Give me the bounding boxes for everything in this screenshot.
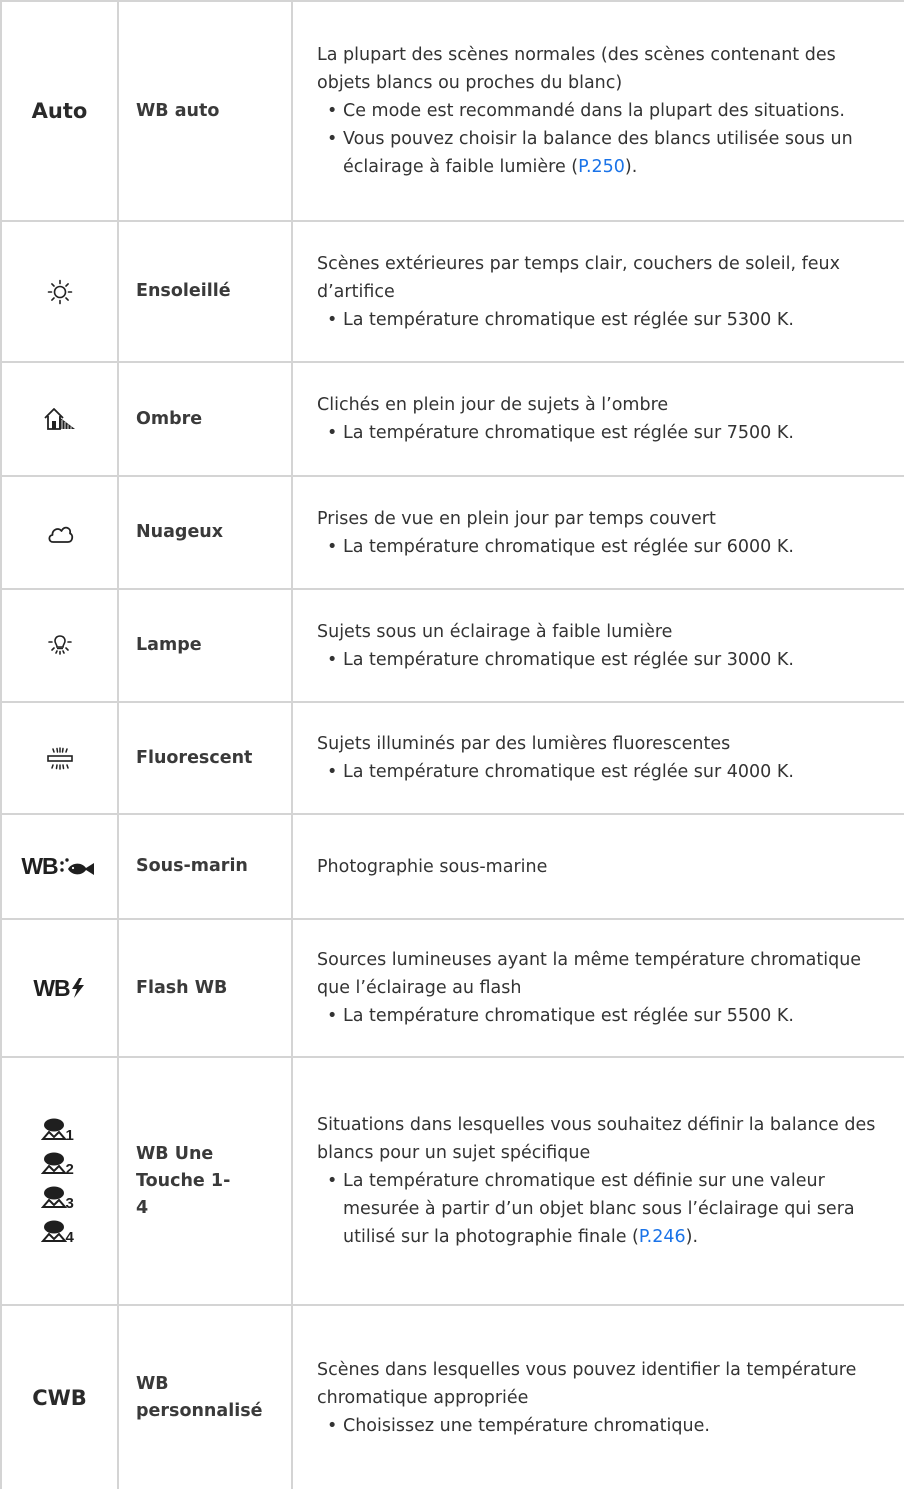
mode-label-auto: Auto xyxy=(31,99,88,123)
bullet-item: La température chromatique est réglée su… xyxy=(317,306,881,334)
mode-cell: Auto xyxy=(0,0,118,221)
fish-icon xyxy=(59,857,94,875)
fluorescent-icon xyxy=(46,746,73,770)
bullet-list: Choisissez une température chromatique. xyxy=(317,1412,881,1440)
bullet-item: La température chromatique est réglée su… xyxy=(317,758,881,786)
name-cell: Flash WB xyxy=(117,918,292,1057)
bullet-list: La température chromatique est réglée su… xyxy=(317,419,881,447)
bullet-list: Ce mode est recommandé dans la plupart d… xyxy=(317,97,881,181)
table-row-fluorescent: Fluorescent Sujets illuminés par des lum… xyxy=(0,701,904,814)
mode-cell: 1 2 3 4 xyxy=(0,1056,118,1305)
description-cell: Photographie sous-marine xyxy=(291,813,904,919)
mode-cell xyxy=(0,361,118,476)
bullet-item: La température chromatique est définie s… xyxy=(317,1167,881,1251)
name-cell: Nuageux xyxy=(117,475,292,589)
table-row-custom-wb: CWB WB personnalisé Scènes dans lesquell… xyxy=(0,1304,904,1489)
bullet-item: La température chromatique est réglée su… xyxy=(317,533,881,561)
table-row-sunny: Ensoleillé Scènes extérieures par temps … xyxy=(0,220,904,362)
page-reference-link[interactable]: P.246 xyxy=(639,1227,686,1247)
one-touch-wb-2-icon: 2 xyxy=(40,1152,79,1178)
white-balance-table-container: Auto WB auto La plupart des scènes norma… xyxy=(0,0,904,1489)
name-cell: Sous-marin xyxy=(117,813,292,919)
bullet-item: Vous pouvez choisir la balance des blanc… xyxy=(317,125,881,181)
name-cell: WB auto xyxy=(117,0,292,221)
name-cell: Lampe xyxy=(117,588,292,702)
mode-cell: WB xyxy=(0,918,118,1057)
table-row-flash: WB Flash WB Sources lumineuses ayant la … xyxy=(0,918,904,1057)
lamp-icon xyxy=(47,634,72,655)
description-text: Sujets sous un éclairage à faible lumièr… xyxy=(317,621,673,642)
table-row-shade: Ombre Clichés en plein jour de sujets à … xyxy=(0,361,904,476)
one-touch-wb-1-icon: 1 xyxy=(40,1118,79,1144)
description-cell: Situations dans lesquelles vous souhaite… xyxy=(291,1056,904,1305)
description-text: Prises de vue en plein jour par temps co… xyxy=(317,508,716,529)
bullet-list: La température chromatique est réglée su… xyxy=(317,306,881,334)
description-cell: Prises de vue en plein jour par temps co… xyxy=(291,475,904,589)
one-touch-wb-3-icon: 3 xyxy=(40,1186,79,1212)
white-balance-table: Auto WB auto La plupart des scènes norma… xyxy=(0,0,904,1489)
mode-cell: CWB xyxy=(0,1304,118,1489)
table-row-underwater: WB Sous-marin Photographie sous-marine xyxy=(0,813,904,919)
description-text: Situations dans lesquelles vous souhaite… xyxy=(317,1115,876,1163)
name-cell: Ensoleillé xyxy=(117,220,292,362)
shade-icon xyxy=(43,408,75,430)
description-cell: Sujets illuminés par des lumières fluore… xyxy=(291,701,904,814)
description-text: Photographie sous-marine xyxy=(317,856,548,877)
description-cell: Scènes extérieures par temps clair, couc… xyxy=(291,220,904,362)
description-text: Scènes extérieures par temps clair, couc… xyxy=(317,253,840,302)
description-text: Sujets illuminés par des lumières fluore… xyxy=(317,734,731,754)
sun-icon xyxy=(47,279,72,304)
mode-cell: WB xyxy=(0,813,118,919)
bullet-list: La température chromatique est réglée su… xyxy=(317,533,881,561)
description-cell: Sujets sous un éclairage à faible lumièr… xyxy=(291,588,904,702)
table-row-lamp: Lampe Sujets sous un éclairage à faible … xyxy=(0,588,904,702)
bullet-list: La température chromatique est réglée su… xyxy=(317,758,881,786)
mode-cell xyxy=(0,475,118,589)
name-cell: WB personnalisé xyxy=(117,1304,292,1489)
bullet-item: La température chromatique est réglée su… xyxy=(317,1002,881,1030)
mode-cell xyxy=(0,588,118,702)
bullet-item: Choisissez une température chromatique. xyxy=(317,1412,881,1440)
name-cell: Fluorescent xyxy=(117,701,292,814)
description-cell: Clichés en plein jour de sujets à l’ombr… xyxy=(291,361,904,476)
mode-cell xyxy=(0,701,118,814)
mode-cell xyxy=(0,220,118,362)
description-text: La plupart des scènes normales (des scèn… xyxy=(317,45,836,93)
bullet-item: La température chromatique est réglée su… xyxy=(317,646,881,674)
table-row-one-touch: 1 2 3 4 WB Une Touche 1-4 Situations dan… xyxy=(0,1056,904,1305)
bullet-list: La température chromatique est réglée su… xyxy=(317,1002,881,1030)
description-text: Scènes dans lesquelles vous pouvez ident… xyxy=(317,1359,857,1408)
flash-icon xyxy=(71,978,84,998)
mode-label-cwb: CWB xyxy=(32,1385,87,1410)
cloud-icon xyxy=(47,526,73,543)
underwater-wb-icon: WB xyxy=(21,853,97,880)
flash-wb-icon: WB xyxy=(33,975,85,1002)
one-touch-wb-icon: 1 2 3 4 xyxy=(40,1118,79,1246)
name-cell: Ombre xyxy=(117,361,292,476)
name-cell: WB Une Touche 1-4 xyxy=(117,1056,292,1305)
one-touch-wb-4-icon: 4 xyxy=(40,1220,79,1246)
description-text: Sources lumineuses ayant la même tempéra… xyxy=(317,950,862,998)
bullet-list: La température chromatique est définie s… xyxy=(317,1167,881,1251)
bullet-item: Ce mode est recommandé dans la plupart d… xyxy=(317,97,881,125)
description-cell: Scènes dans lesquelles vous pouvez ident… xyxy=(291,1304,904,1489)
description-cell: La plupart des scènes normales (des scèn… xyxy=(291,0,904,221)
table-row-cloudy: Nuageux Prises de vue en plein jour par … xyxy=(0,475,904,589)
description-text: Clichés en plein jour de sujets à l’ombr… xyxy=(317,395,669,415)
description-cell: Sources lumineuses ayant la même tempéra… xyxy=(291,918,904,1057)
bullet-item: La température chromatique est réglée su… xyxy=(317,419,881,447)
page-reference-link[interactable]: P.250 xyxy=(578,157,625,177)
bullet-list: La température chromatique est réglée su… xyxy=(317,646,881,674)
table-row-auto: Auto WB auto La plupart des scènes norma… xyxy=(0,0,904,221)
